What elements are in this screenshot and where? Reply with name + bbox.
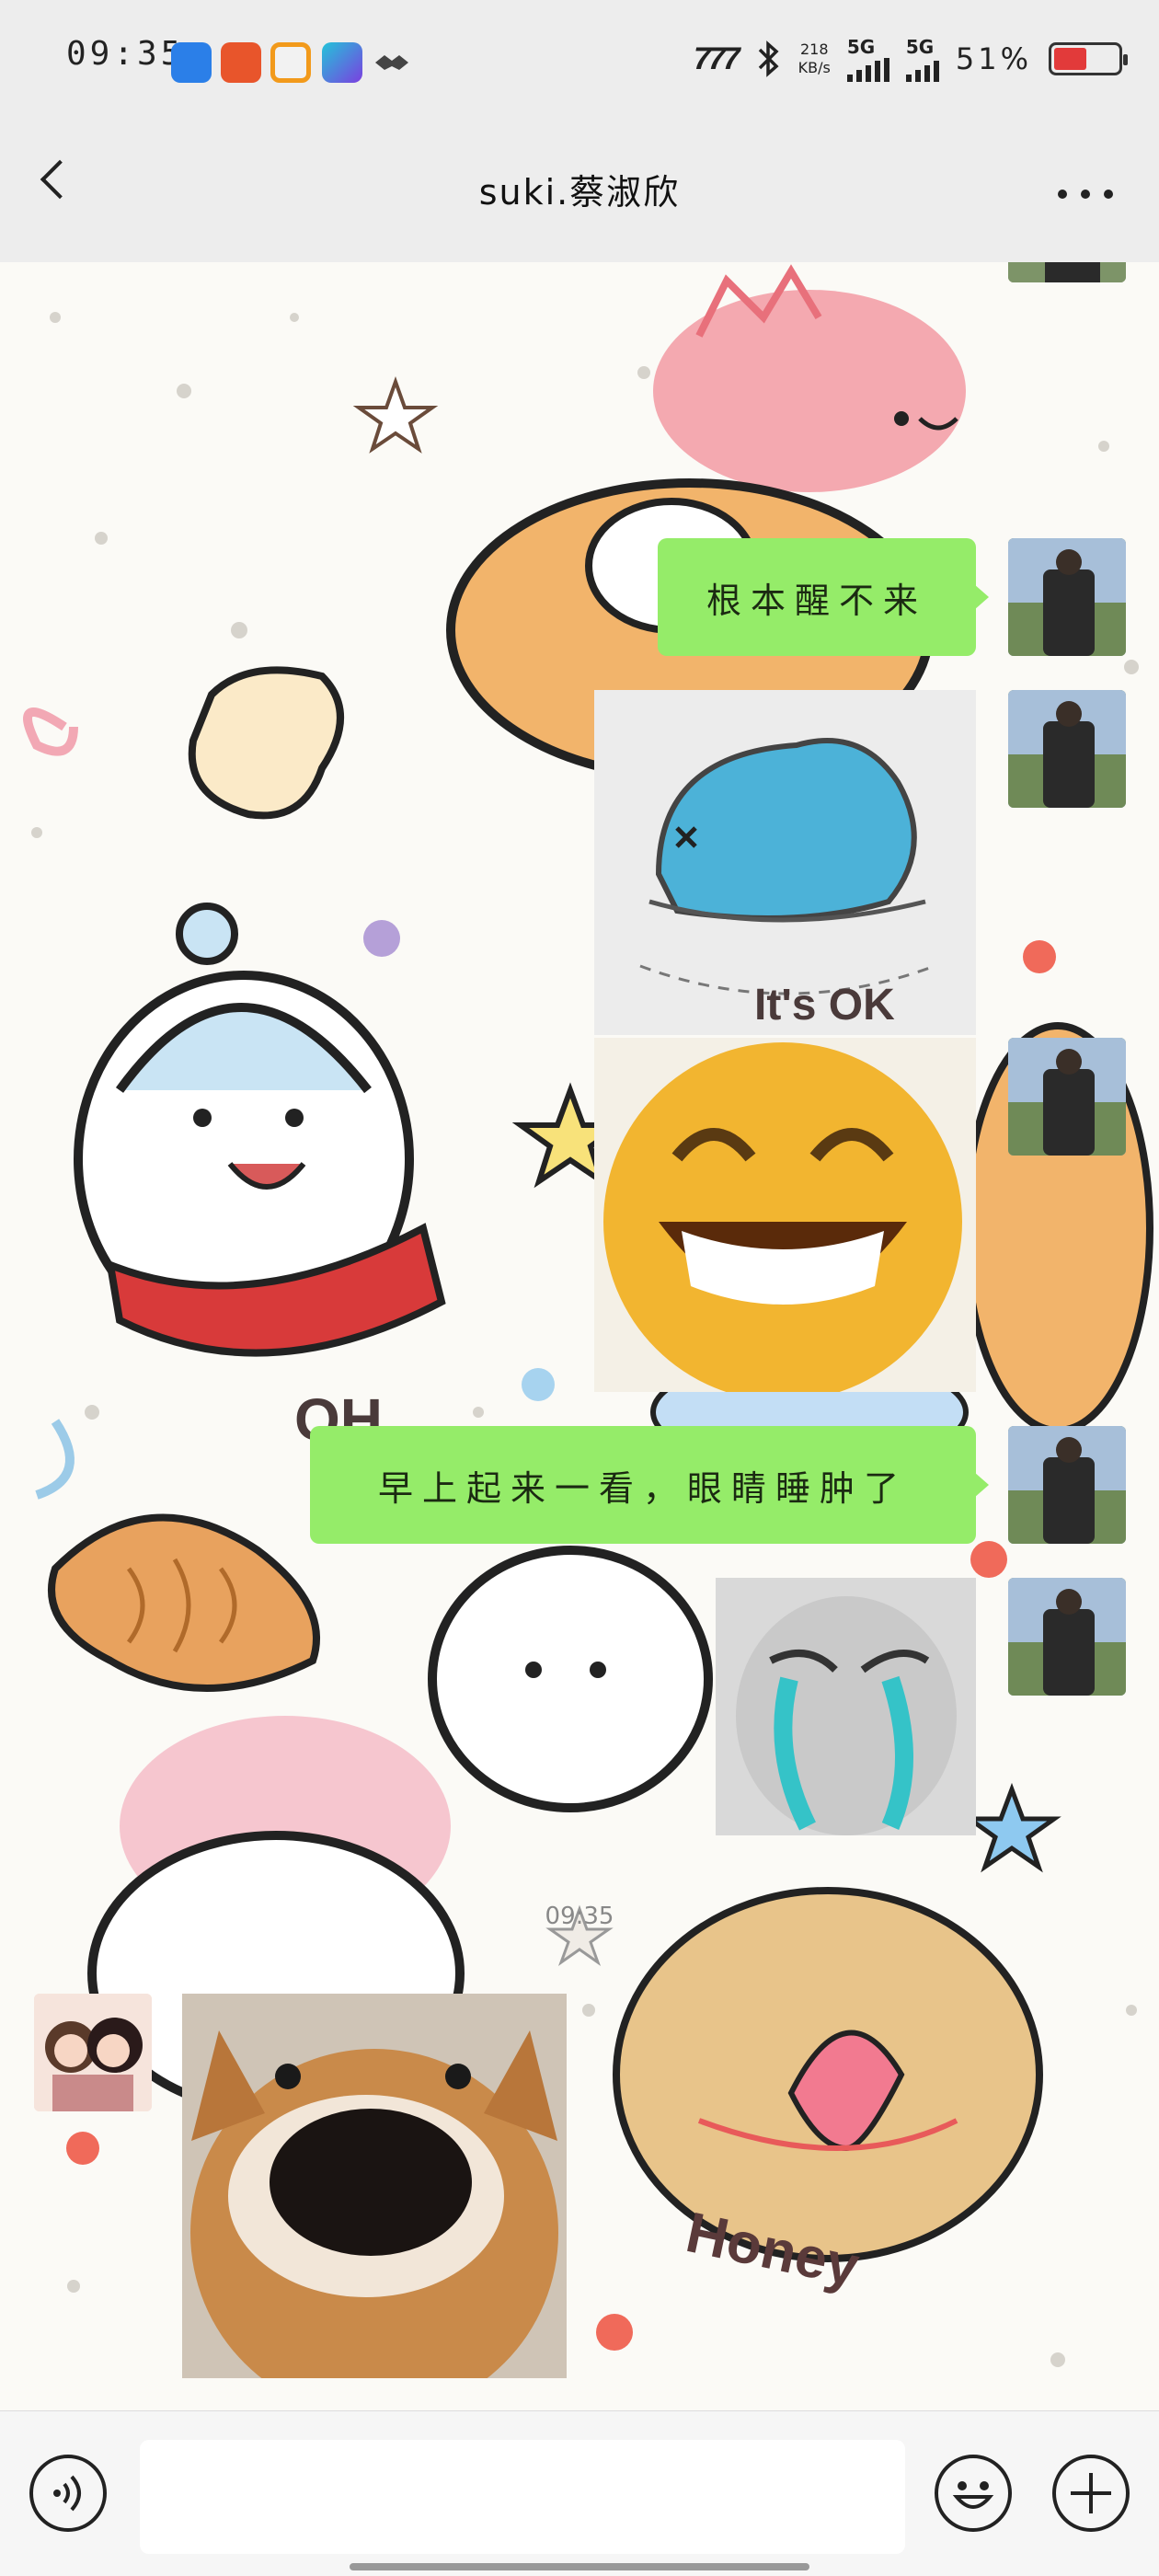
message-bubble[interactable]: 根本醒不来 <box>658 538 989 656</box>
message-bubble[interactable]: 早上起来一看，眼睛睡肿了 <box>310 1426 989 1544</box>
battery-icon <box>1049 42 1128 75</box>
more-icon[interactable] <box>1058 190 1113 201</box>
grin-emoji-sticker[interactable] <box>594 1038 976 1392</box>
battery-percent: 51% <box>955 41 1032 76</box>
voice-icon[interactable] <box>29 2455 107 2532</box>
video-app-icon <box>270 42 311 83</box>
grin-emoji-icon <box>603 1042 962 1392</box>
sticker-caption: It's OK <box>754 981 895 1029</box>
person-photo-icon <box>1008 1578 1126 1696</box>
crying-face-icon <box>736 1596 957 1835</box>
my-avatar[interactable] <box>1008 1578 1126 1696</box>
carrier-logo: 777 <box>693 40 740 76</box>
network-speed: 218 KB/s <box>798 40 831 76</box>
signal-bars-icon <box>846 58 889 82</box>
chat-area[interactable]: OH Honey 根本醒不来 It's OK 早上起来一看，眼睛睡肿了 09:3… <box>0 262 1159 2410</box>
my-avatar[interactable] <box>1008 1038 1126 1156</box>
dog-photo-sticker[interactable] <box>182 1994 567 2378</box>
bluetooth-icon <box>758 40 779 77</box>
shopping-app-icon <box>221 42 261 83</box>
dog-nose-photo-icon <box>182 1994 567 2378</box>
my-avatar[interactable] <box>1008 262 1126 282</box>
plus-icon[interactable] <box>1052 2455 1130 2532</box>
battery-fill <box>1054 48 1086 70</box>
person-photo-icon <box>1008 690 1126 808</box>
message-timestamp: 09:35 <box>545 1903 614 1930</box>
my-avatar[interactable] <box>1008 690 1126 808</box>
handshake-app-icon <box>375 55 408 70</box>
person-photo-icon <box>1008 1038 1126 1156</box>
status-time: 09:35 <box>66 35 185 73</box>
person-photo-icon <box>1008 1426 1126 1544</box>
status-bar: 09:35 777 218 KB/s 5G 5G 51% <box>0 0 1159 129</box>
my-avatar[interactable] <box>1008 1426 1126 1544</box>
home-indicator[interactable] <box>350 2563 809 2570</box>
canva-app-icon <box>322 42 362 83</box>
chat-title: suki.蔡淑欣 <box>478 172 681 213</box>
signal-1: 5G <box>846 36 889 82</box>
anime-couple-icon <box>34 1994 152 2111</box>
signal-bars-icon <box>905 58 939 82</box>
my-avatar[interactable] <box>1008 538 1126 656</box>
emoji-icon[interactable] <box>935 2455 1012 2532</box>
message-input[interactable] <box>140 2440 905 2554</box>
person-photo-icon <box>1008 538 1126 656</box>
person-photo-icon <box>1008 262 1126 282</box>
star-sticker <box>352 376 439 454</box>
signal-2: 5G <box>905 36 939 82</box>
crying-face-sticker[interactable] <box>716 1578 976 1835</box>
friend-avatar[interactable] <box>34 1994 152 2111</box>
assistant-app-icon <box>171 42 212 83</box>
